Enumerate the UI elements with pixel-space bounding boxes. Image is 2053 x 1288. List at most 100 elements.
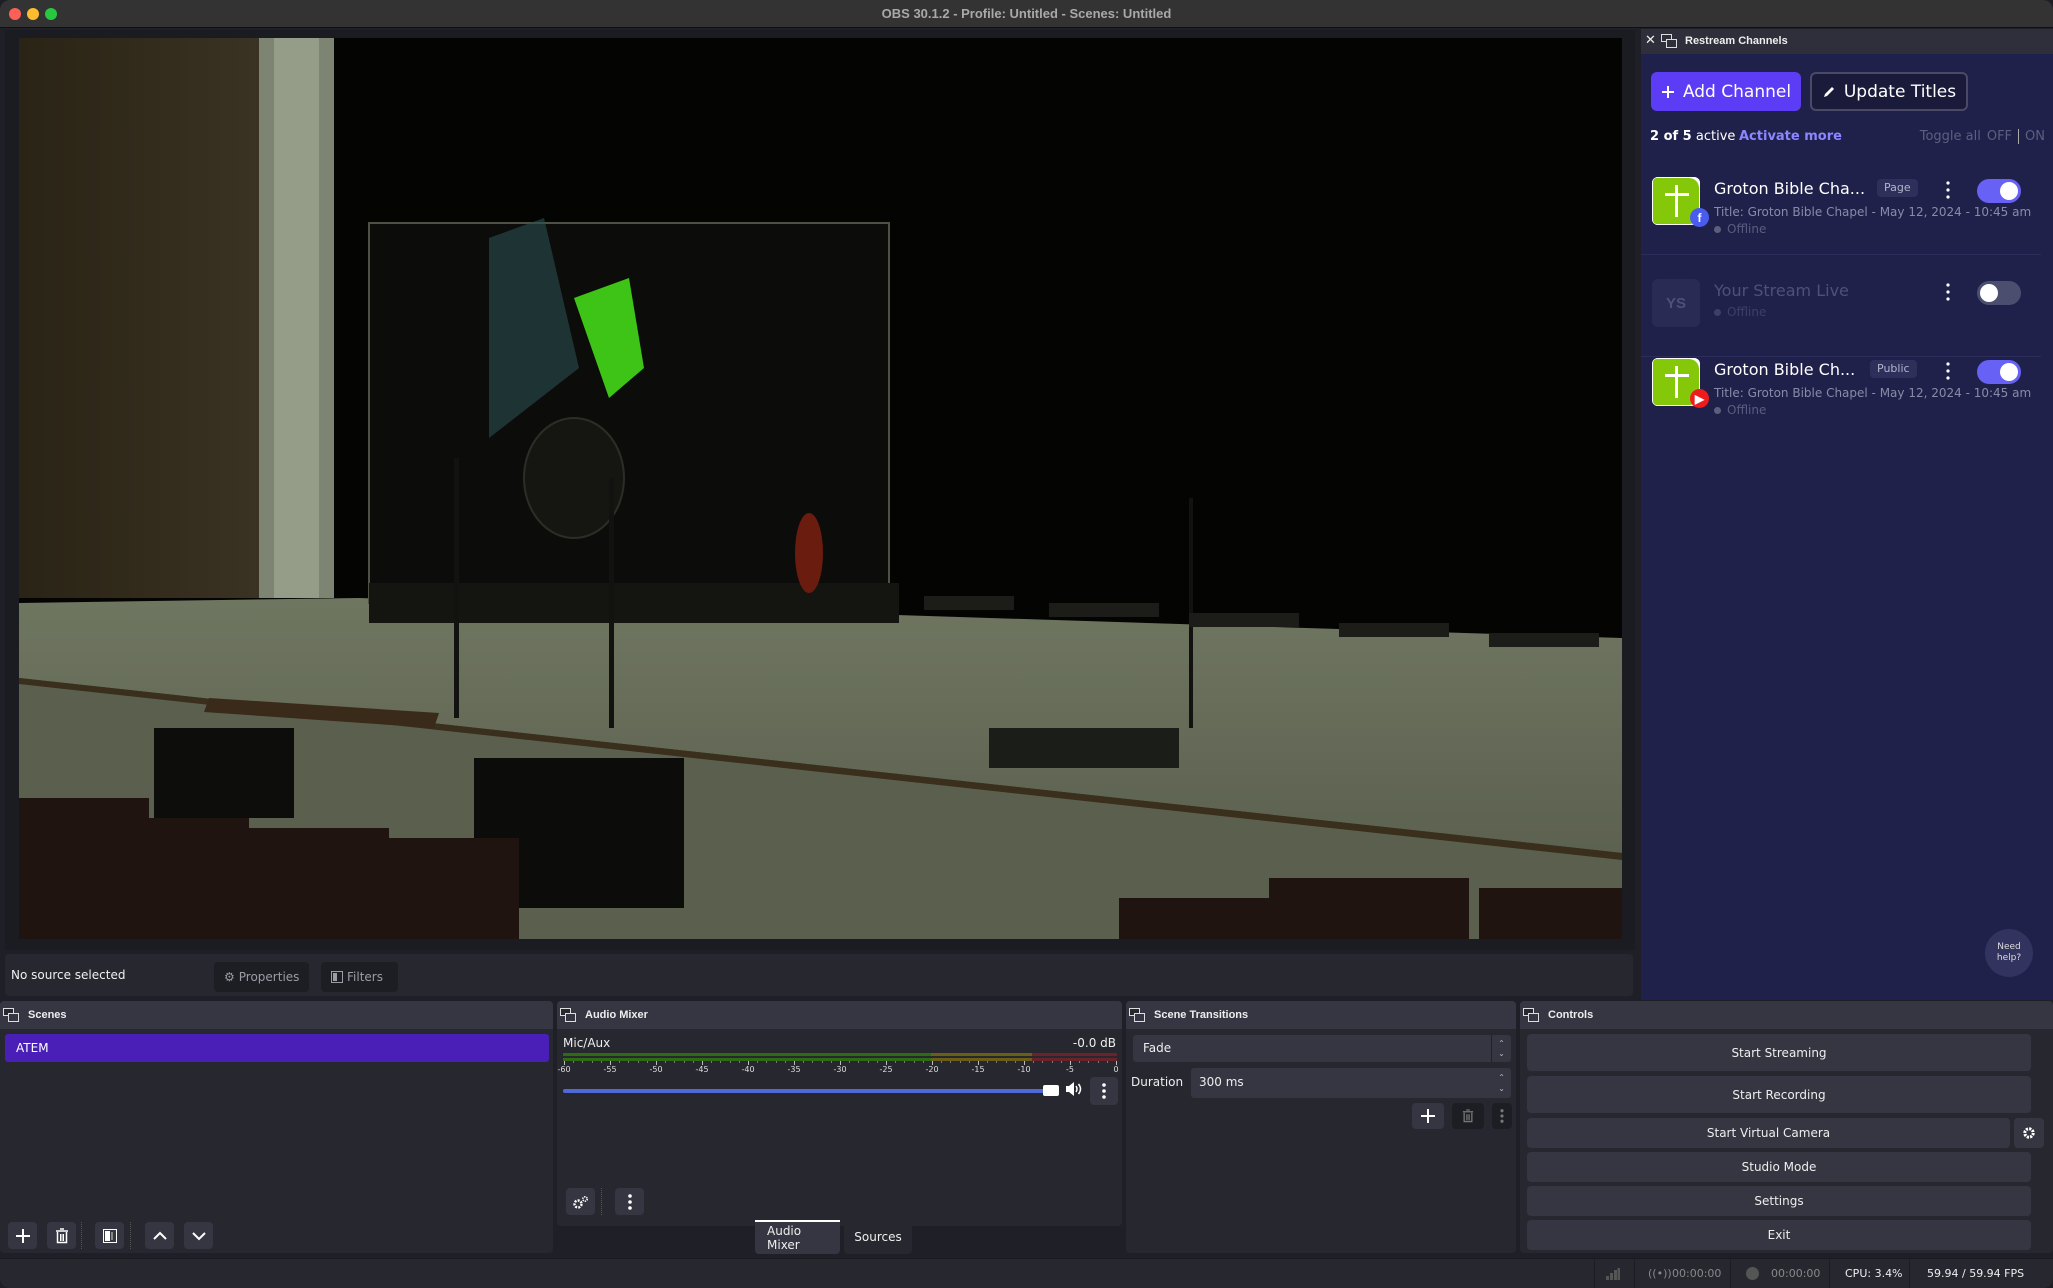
add-channel-button[interactable]: Add Channel [1651, 72, 1801, 111]
channel-toggle[interactable] [1977, 281, 2021, 305]
updown-chevron-icon: ⌃ ⌄ [1491, 1035, 1511, 1062]
float-dock-icon[interactable] [1523, 1008, 1539, 1022]
gear-icon [2023, 1127, 2035, 1139]
restream-title: Restream Channels [1685, 35, 1788, 47]
start-virtual-camera-button[interactable]: Start Virtual Camera [1527, 1118, 2010, 1148]
scene-item[interactable]: ATEM [5, 1034, 549, 1062]
status-dot-icon [1714, 225, 1721, 233]
add-transition-button[interactable] [1412, 1103, 1444, 1129]
properties-button[interactable]: ⚙ Properties [214, 962, 309, 992]
title-bar: OBS 30.1.2 - Profile: Untitled - Scenes:… [0, 0, 2053, 28]
activate-more-link[interactable]: Activate more [1739, 129, 1842, 144]
meter-minor-tick [692, 1061, 694, 1063]
plus-icon [15, 1228, 30, 1243]
float-dock-icon[interactable] [1661, 34, 1677, 48]
meter-minor-tick [637, 1061, 639, 1063]
meter-minor-tick [996, 1061, 998, 1063]
gear-icon: ⚙ [224, 970, 235, 984]
active-count: 2 of 5 active [1650, 129, 1735, 144]
pencil-icon [1823, 86, 1834, 97]
fps-readout: 59.94 / 59.94 FPS [1927, 1267, 2025, 1280]
float-dock-icon[interactable] [3, 1008, 19, 1022]
add-scene-button[interactable] [8, 1222, 37, 1249]
channel-name: Your Stream Live [1714, 281, 1849, 300]
studio-mode-button[interactable]: Studio Mode [1527, 1152, 2031, 1182]
channel-menu-kebab-icon[interactable] [1943, 180, 1953, 200]
tab-audio-mixer[interactable]: Audio Mixer [755, 1220, 840, 1254]
window-title: OBS 30.1.2 - Profile: Untitled - Scenes:… [881, 6, 1172, 21]
scene-filters-button[interactable] [95, 1222, 124, 1249]
meter-minor-tick [904, 1061, 906, 1063]
meter-tick-label: -35 [787, 1065, 801, 1074]
source-toolbar: No source selected ⚙ Properties Filters [5, 954, 1633, 996]
status-dot-icon [1714, 406, 1721, 414]
meter-tick-label: -30 [833, 1065, 847, 1074]
spin-arrows-icon[interactable]: ⌃ ⌄ [1498, 1072, 1505, 1094]
no-source-label: No source selected [11, 968, 126, 982]
cpu-usage: CPU: 3.4% [1845, 1267, 1903, 1280]
network-signal-icon [1606, 1268, 1620, 1280]
filters-label: Filters [347, 970, 383, 984]
virtual-camera-settings-button[interactable] [2014, 1118, 2044, 1148]
float-dock-icon[interactable] [560, 1008, 576, 1022]
update-titles-button[interactable]: Update Titles [1810, 72, 1968, 111]
start-recording-button[interactable]: Start Recording [1527, 1076, 2031, 1113]
remove-scene-button[interactable] [47, 1222, 76, 1249]
move-scene-up-button[interactable] [145, 1222, 174, 1249]
meter-minor-tick [600, 1061, 602, 1063]
toggle-all-off[interactable]: OFF [1987, 129, 2012, 144]
advanced-audio-properties-button[interactable] [566, 1188, 595, 1215]
meter-minor-tick [1051, 1061, 1053, 1063]
toolbar-separator [130, 1222, 131, 1249]
filter-icon [331, 971, 343, 983]
controls-dock: Controls Start Streaming Start Recording… [1520, 1001, 2053, 1253]
start-streaming-button[interactable]: Start Streaming [1527, 1034, 2031, 1071]
meter-minor-tick [950, 1061, 952, 1063]
volume-slider-handle[interactable] [1043, 1085, 1059, 1096]
toggle-all-on[interactable]: ON [2025, 129, 2045, 144]
channel-avatar: f [1652, 177, 1709, 227]
channel-name: Groton Bible Ch... [1714, 360, 1856, 379]
meter-minor-tick [784, 1061, 786, 1063]
filters-button[interactable]: Filters [321, 962, 398, 992]
meter-tick-label: -45 [695, 1065, 709, 1074]
chevron-down-icon [191, 1231, 206, 1240]
settings-button[interactable]: Settings [1527, 1186, 2031, 1216]
channel-toggle[interactable] [1977, 360, 2021, 384]
channel-tag: Page [1877, 179, 1918, 197]
restream-channels-dock: ✕ Restream Channels Add Channel Update T… [1641, 29, 2053, 1000]
kebab-icon [1102, 1083, 1106, 1099]
close-icon[interactable]: ✕ [1645, 33, 1656, 48]
remove-transition-button[interactable] [1452, 1103, 1484, 1129]
audio-mixer-menu-button[interactable] [615, 1188, 644, 1215]
duration-spinbox[interactable]: 300 ms ⌃ ⌄ [1191, 1068, 1511, 1098]
exit-button[interactable]: Exit [1527, 1220, 2031, 1250]
controls-title: Controls [1548, 1009, 1594, 1021]
meter-minor-tick [1005, 1061, 1007, 1063]
mic-aux-menu-button[interactable] [1090, 1077, 1118, 1105]
program-preview[interactable] [19, 38, 1622, 939]
channel-toggle[interactable] [1977, 179, 2021, 203]
need-help-button[interactable]: Need help? [1985, 929, 2033, 977]
youtube-icon: ▶ [1690, 389, 1709, 408]
channel-menu-kebab-icon[interactable] [1943, 282, 1953, 302]
channel-name: Groton Bible Cha... [1714, 179, 1866, 198]
channel-item: YS Your Stream Live Offline [1641, 267, 2041, 357]
mute-button[interactable] [1065, 1081, 1085, 1099]
meter-minor-tick [1088, 1061, 1090, 1063]
meter-minor-tick [821, 1061, 823, 1063]
meter-minor-tick [646, 1061, 648, 1063]
volume-slider-track[interactable] [563, 1089, 1048, 1093]
meter-tick-label: -60 [557, 1065, 571, 1074]
float-dock-icon[interactable] [1129, 1008, 1145, 1022]
active-count-number: 2 of 5 [1650, 129, 1692, 144]
meter-scale: -60 -55 -50 -45 -40 -35 -30 -25 -20 -15 -10 -5 0 [557, 1061, 1119, 1079]
transition-select[interactable]: Fade ⌃ ⌄ [1133, 1035, 1511, 1062]
volume-meter [563, 1053, 1117, 1061]
move-scene-down-button[interactable] [184, 1222, 213, 1249]
channel-menu-kebab-icon[interactable] [1943, 361, 1953, 381]
transition-properties-button[interactable] [1492, 1103, 1512, 1129]
meter-minor-tick [922, 1061, 924, 1063]
tab-sources[interactable]: Sources [844, 1220, 912, 1254]
meter-minor-tick [573, 1061, 575, 1063]
